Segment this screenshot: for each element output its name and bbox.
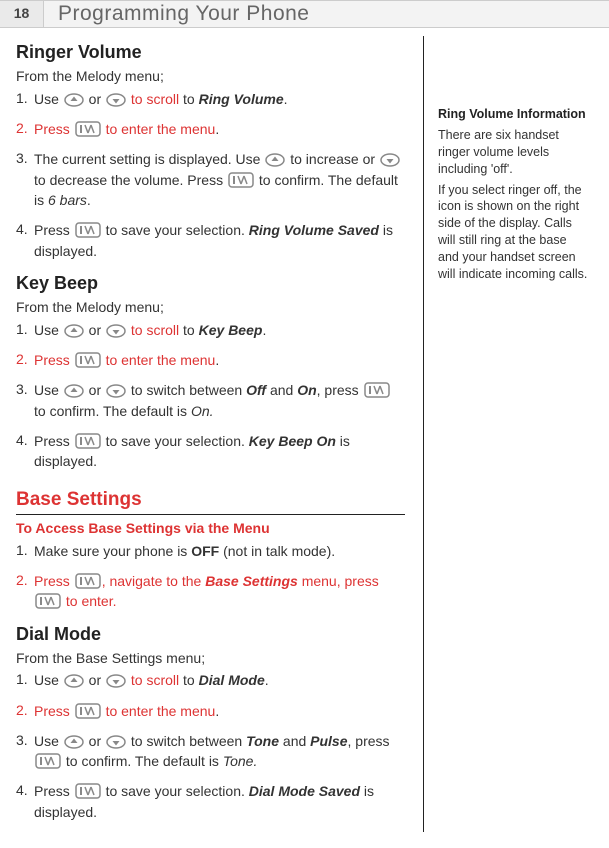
step-number: 3. <box>16 380 34 421</box>
page-title: Programming Your Phone <box>44 1 609 27</box>
step-number: 3. <box>16 149 34 210</box>
step-text: Press to enter the menu. <box>34 701 405 721</box>
step-number: 1. <box>16 320 34 340</box>
sidebar-column: Ring Volume Information There are six ha… <box>424 36 589 832</box>
step-text: Make sure your phone is OFF (not in talk… <box>34 541 405 561</box>
step-number: 2. <box>16 571 34 612</box>
base-settings-steps: 1. Make sure your phone is OFF (not in t… <box>16 541 405 612</box>
step-number: 4. <box>16 431 34 472</box>
main-column: Ringer Volume From the Melody menu; 1. U… <box>16 36 424 832</box>
ringer-volume-heading: Ringer Volume <box>16 40 405 65</box>
list-item: 2. Press , navigate to the Base Settings… <box>16 571 405 612</box>
menu-key-icon <box>364 382 390 398</box>
step-text: Press to enter the menu. <box>34 350 405 370</box>
list-item: 4. Press to save your selection. Key Bee… <box>16 431 405 472</box>
key-beep-intro: From the Melody menu; <box>16 298 405 318</box>
key-beep-heading: Key Beep <box>16 271 405 296</box>
page-header: 18 Programming Your Phone <box>0 0 609 28</box>
list-item: 1. Use or to scroll to Dial Mode. <box>16 670 405 690</box>
step-text: Use or to scroll to Ring Volume. <box>34 89 405 109</box>
down-icon <box>380 153 400 167</box>
step-number: 1. <box>16 541 34 561</box>
list-item: 1. Make sure your phone is OFF (not in t… <box>16 541 405 561</box>
up-icon <box>64 93 84 107</box>
ringer-volume-intro: From the Melody menu; <box>16 67 405 87</box>
sidebar-paragraph: There are six handset ringer volume leve… <box>438 127 589 178</box>
list-item: 2. Press to enter the menu. <box>16 350 405 370</box>
list-item: 2. Press to enter the menu. <box>16 701 405 721</box>
menu-key-icon <box>75 703 101 719</box>
dial-mode-intro: From the Base Settings menu; <box>16 649 405 669</box>
up-icon <box>64 674 84 688</box>
down-icon <box>106 674 126 688</box>
step-number: 4. <box>16 781 34 822</box>
menu-key-icon <box>75 783 101 799</box>
base-settings-access-heading: To Access Base Settings via the Menu <box>16 519 405 539</box>
menu-key-icon <box>75 433 101 449</box>
list-item: 4. Press to save your selection. Ring Vo… <box>16 220 405 261</box>
list-item: 1. Use or to scroll to Ring Volume. <box>16 89 405 109</box>
down-icon <box>106 384 126 398</box>
step-text: Use or to scroll to Key Beep. <box>34 320 405 340</box>
step-text: Press to save your selection. Key Beep O… <box>34 431 405 472</box>
step-text: Use or to switch between Off and On, pre… <box>34 380 405 421</box>
menu-key-icon <box>35 753 61 769</box>
menu-key-icon <box>75 222 101 238</box>
menu-key-icon <box>75 121 101 137</box>
key-beep-steps: 1. Use or to scroll to Key Beep. 2. Pres… <box>16 320 405 472</box>
down-icon <box>106 93 126 107</box>
step-number: 3. <box>16 731 34 772</box>
list-item: 3. Use or to switch between Off and On, … <box>16 380 405 421</box>
list-item: 1. Use or to scroll to Key Beep. <box>16 320 405 340</box>
step-number: 1. <box>16 670 34 690</box>
step-number: 2. <box>16 701 34 721</box>
up-icon <box>265 153 285 167</box>
step-text: Press to save your selection. Dial Mode … <box>34 781 405 822</box>
step-text: Press to save your selection. Ring Volum… <box>34 220 405 261</box>
step-number: 2. <box>16 350 34 370</box>
menu-key-icon <box>75 352 101 368</box>
step-text: Press , navigate to the Base Settings me… <box>34 571 405 612</box>
dial-mode-steps: 1. Use or to scroll to Dial Mode. 2. Pre… <box>16 670 405 822</box>
sidebar-title: Ring Volume Information <box>438 106 589 123</box>
step-number: 4. <box>16 220 34 261</box>
page-body: Ringer Volume From the Melody menu; 1. U… <box>0 28 609 848</box>
menu-key-icon <box>35 593 61 609</box>
step-number: 1. <box>16 89 34 109</box>
down-icon <box>106 735 126 749</box>
step-number: 2. <box>16 119 34 139</box>
step-text: Use or to scroll to Dial Mode. <box>34 670 405 690</box>
step-text: Use or to switch between Tone and Pulse,… <box>34 731 405 772</box>
up-icon <box>64 735 84 749</box>
ringer-volume-steps: 1. Use or to scroll to Ring Volume. 2. P… <box>16 89 405 261</box>
list-item: 2. Press to enter the menu. <box>16 119 405 139</box>
list-item: 3. The current setting is displayed. Use… <box>16 149 405 210</box>
menu-key-icon <box>228 172 254 188</box>
list-item: 3. Use or to switch between Tone and Pul… <box>16 731 405 772</box>
step-text: Press to enter the menu. <box>34 119 405 139</box>
down-icon <box>106 324 126 338</box>
up-icon <box>64 324 84 338</box>
list-item: 4. Press to save your selection. Dial Mo… <box>16 781 405 822</box>
page-number: 18 <box>0 1 44 27</box>
dial-mode-heading: Dial Mode <box>16 622 405 647</box>
sidebar-paragraph: If you select ringer off, the icon is sh… <box>438 182 589 283</box>
menu-key-icon <box>75 573 101 589</box>
up-icon <box>64 384 84 398</box>
base-settings-heading: Base Settings <box>16 487 405 515</box>
step-text: The current setting is displayed. Use to… <box>34 149 405 210</box>
